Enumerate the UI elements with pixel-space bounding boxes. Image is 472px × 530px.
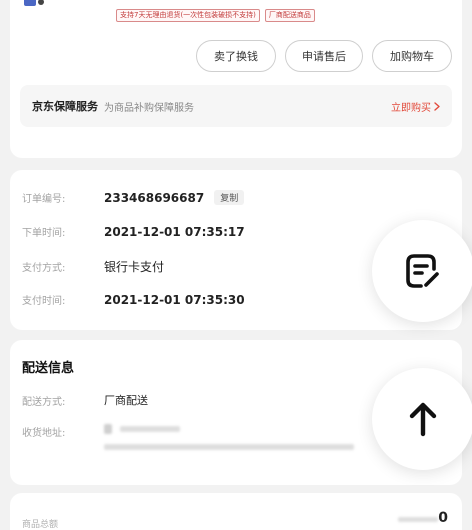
edit-note-icon	[406, 254, 439, 288]
order-time-row: 下单时间: 2021-12-01 07:35:17	[22, 224, 245, 240]
pay-time-label: 支付时间:	[22, 296, 66, 307]
total-value: 0	[438, 510, 448, 526]
after-sales-button[interactable]: 申请售后	[285, 40, 363, 72]
product-tags: 支持7天无理由退货(一次性包装破损不支持) 厂商配送商品	[116, 9, 315, 22]
pay-method-row: 支付方式: 银行卡支付	[22, 258, 164, 275]
product-image-part	[38, 0, 44, 5]
product-image-part	[24, 0, 36, 6]
return-policy-tag: 支持7天无理由退货(一次性包装破损不支持)	[116, 9, 260, 22]
pay-method-label: 支付方式:	[22, 263, 66, 274]
buy-service-label: 立即购买	[391, 102, 431, 114]
buy-service-link[interactable]: 立即购买	[391, 99, 440, 114]
pay-time-row: 支付时间: 2021-12-01 07:35:30	[22, 292, 245, 308]
delivery-method-label: 配送方式:	[22, 396, 66, 408]
address-label: 收货地址:	[22, 428, 66, 439]
order-number-label: 订单编号:	[22, 194, 66, 205]
add-to-cart-button[interactable]: 加购物车	[372, 40, 452, 72]
feedback-fab[interactable]	[372, 220, 472, 322]
delivery-title: 配送信息	[22, 361, 75, 376]
order-detail-page: 支持7天无理由退货(一次性包装破损不支持) 厂商配送商品 卖了换钱 申请售后 加…	[0, 0, 472, 530]
order-number-value: 233468696687	[104, 190, 205, 205]
product-thumbnail[interactable]	[24, 0, 44, 6]
copy-button[interactable]: 复制	[214, 190, 245, 205]
amount-card: 商品总额 0	[10, 493, 462, 530]
delivery-tag: 厂商配送商品	[264, 9, 315, 22]
total-redacted	[398, 517, 438, 522]
order-number-row: 订单编号: 233468696687 复制	[22, 190, 245, 205]
service-title: 京东保障服务	[32, 100, 98, 113]
order-time-value: 2021-12-01 07:35:17	[104, 224, 245, 239]
address-redacted	[104, 444, 354, 450]
pay-method-value: 银行卡支付	[104, 260, 165, 274]
protection-service-bar[interactable]: 京东保障服务 为商品补购保障服务 立即购买	[20, 85, 452, 127]
sell-button[interactable]: 卖了换钱	[196, 40, 276, 72]
action-buttons: 卖了换钱 申请售后 加购物车	[196, 40, 452, 72]
address-redacted	[104, 424, 112, 434]
product-card: 支持7天无理由退货(一次性包装破损不支持) 厂商配送商品 卖了换钱 申请售后 加…	[10, 0, 462, 158]
pay-time-value: 2021-12-01 07:35:30	[104, 292, 245, 307]
delivery-method-row: 配送方式: 厂商配送	[22, 392, 148, 408]
delivery-method-value: 厂商配送	[104, 394, 148, 407]
order-time-label: 下单时间:	[22, 228, 66, 239]
service-desc: 为商品补购保障服务	[104, 102, 194, 114]
address-row: 收货地址:	[22, 424, 104, 439]
arrow-up-icon	[409, 402, 437, 437]
chevron-right-icon	[434, 101, 440, 111]
scroll-top-fab[interactable]	[372, 368, 472, 470]
total-label: 商品总额	[22, 520, 59, 530]
address-redacted	[120, 426, 180, 432]
